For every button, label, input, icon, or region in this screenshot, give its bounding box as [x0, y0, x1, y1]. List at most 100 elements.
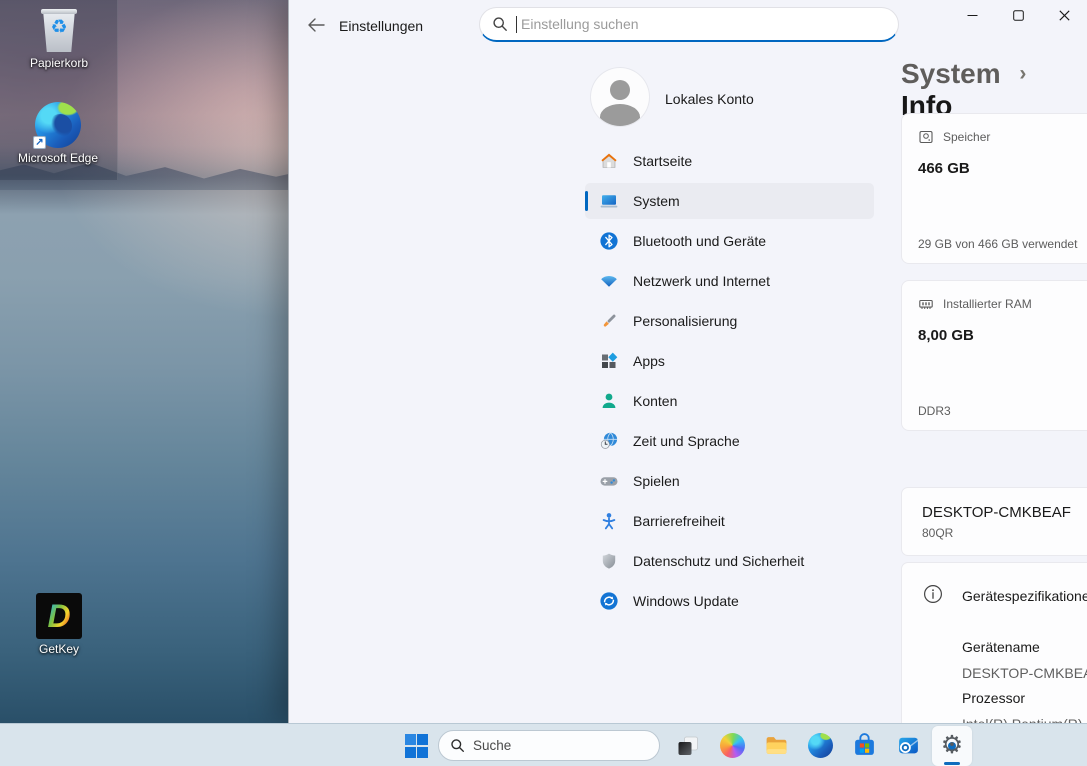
edge-button[interactable] [800, 726, 840, 766]
desktop-icon-label: Papierkorb [29, 56, 89, 70]
sidebar-item-netzwerk[interactable]: Netzwerk und Internet [585, 263, 874, 299]
info-cards: Speicher 466 GB 29 GB von 466 GB verwend… [901, 113, 1087, 431]
close-icon [1058, 10, 1070, 21]
desktop-icon-edge[interactable]: ↗ Microsoft Edge [15, 102, 101, 165]
active-app-indicator [944, 761, 960, 765]
store-button[interactable] [844, 726, 884, 766]
bluetooth-icon [600, 232, 618, 250]
copilot-button[interactable] [712, 726, 752, 766]
sidebar-item-personalisierung[interactable]: Personalisierung [585, 303, 874, 339]
sidebar-item-datenschutz[interactable]: Datenschutz und Sicherheit [585, 543, 874, 579]
card-footer: 29 GB von 466 GB verwendet [918, 237, 1078, 251]
spec-value: DESKTOP-CMKBEAF [962, 664, 1087, 681]
sidebar-item-label: Netzwerk und Internet [633, 273, 770, 289]
minimize-button[interactable] [949, 0, 995, 31]
sidebar-item-label: Zeit und Sprache [633, 433, 740, 449]
settings-search-box[interactable] [479, 7, 899, 42]
shield-icon [602, 553, 616, 569]
account-name: Lokales Konto [665, 91, 754, 107]
file-explorer-button[interactable] [756, 726, 796, 766]
maximize-button[interactable] [995, 0, 1041, 31]
breadcrumb-parent[interactable]: System [901, 58, 1001, 89]
getkey-icon: D [36, 593, 82, 639]
file-explorer-icon [766, 737, 786, 754]
device-specs-card: Gerätespezifikationen Kopieren Gerätenam… [901, 562, 1087, 734]
sidebar-item-konten[interactable]: Konten [585, 383, 874, 419]
apps-icon [602, 352, 618, 368]
window-title: Einstellungen [339, 18, 424, 34]
update-icon [600, 592, 618, 610]
edge-icon [807, 733, 833, 758]
task-view-button[interactable] [668, 726, 708, 766]
system-icon [600, 195, 618, 208]
sidebar-item-label: Startseite [633, 153, 693, 169]
accessibility-icon [602, 513, 616, 530]
spec-label: Prozessor [962, 690, 1026, 706]
outlook-button[interactable] [888, 726, 928, 766]
sidebar-item-spielen[interactable]: Spielen [585, 463, 874, 499]
close-button[interactable] [1041, 0, 1087, 31]
sidebar-item-label: Personalisierung [633, 313, 738, 329]
sidebar-item-startseite[interactable]: Startseite [585, 143, 874, 179]
back-button[interactable] [301, 11, 331, 39]
device-name-card: DESKTOP-CMKBEAF 80QR Diesen PC umbenenne… [901, 487, 1087, 556]
search-icon [493, 17, 507, 31]
desktop-icon-label: Microsoft Edge [17, 151, 99, 165]
sidebar-item-label: Datenschutz und Sicherheit [633, 553, 805, 569]
minimize-icon [967, 15, 977, 16]
spec-label: Gerätename [962, 639, 1040, 655]
storage-icon [919, 130, 933, 144]
sidebar-item-windows-update[interactable]: Windows Update [585, 583, 874, 619]
avatar[interactable] [591, 68, 649, 126]
card-speicher: Speicher 466 GB 29 GB von 466 GB verwend… [901, 113, 1087, 264]
specs-title: Gerätespezifikationen [962, 588, 1087, 604]
desktop-icon-label: GetKey [38, 642, 80, 656]
info-icon [924, 585, 942, 603]
desktop-icon-getkey[interactable]: D GetKey [16, 593, 102, 656]
settings-gear-icon: ⚙ [940, 731, 964, 759]
home-icon [601, 153, 617, 168]
card-value: 466 GB [918, 160, 970, 177]
taskbar: ⚙ [0, 723, 1087, 766]
sidebar-item-label: Bluetooth und Geräte [633, 233, 767, 249]
settings-search-input[interactable] [518, 16, 886, 32]
task-view-icon [678, 736, 698, 755]
taskbar-search-box[interactable] [438, 730, 660, 761]
wifi-icon [601, 275, 617, 287]
sidebar-item-system[interactable]: System [585, 183, 874, 219]
edge-icon: ↗ [33, 102, 81, 149]
gamepad-icon [600, 477, 618, 486]
ram-icon [919, 299, 933, 309]
search-icon [451, 739, 465, 753]
card-label: Installierter RAM [943, 297, 1032, 311]
outlook-icon [898, 737, 918, 754]
shortcut-arrow-icon: ↗ [33, 136, 46, 149]
sidebar-item-label: Spielen [633, 473, 680, 489]
device-id: 80QR [922, 526, 954, 540]
back-arrow-icon [308, 18, 325, 32]
copilot-icon [719, 733, 745, 758]
account-icon [602, 393, 616, 408]
recycle-bin-icon: ♻ [39, 7, 79, 53]
microsoft-store-icon [854, 733, 874, 755]
time-language-icon [600, 432, 618, 449]
sidebar-nav: Startseite System Bluetooth und Geräte N… [585, 143, 874, 623]
taskbar-search-input[interactable] [473, 738, 623, 753]
start-button[interactable] [396, 726, 436, 766]
desktop-icon-recycle-bin[interactable]: ♻ Papierkorb [16, 7, 102, 70]
sidebar-item-barrierefreiheit[interactable]: Barrierefreiheit [585, 503, 874, 539]
card-ram: Installierter RAM 8,00 GB DDR3 [901, 280, 1087, 431]
sidebar-item-zeit-sprache[interactable]: Zeit und Sprache [585, 423, 874, 459]
sidebar-item-label: Konten [633, 393, 678, 409]
window-controls [949, 0, 1087, 31]
settings-button[interactable]: ⚙ [932, 725, 972, 766]
text-caret [516, 15, 517, 33]
selected-accent-bar [585, 191, 588, 211]
settings-window: Einstellungen Einstellung suchen Lokales… [288, 0, 1087, 734]
sidebar-item-bluetooth[interactable]: Bluetooth und Geräte [585, 223, 874, 259]
sidebar-item-label: Apps [633, 353, 665, 369]
sidebar-item-label: System [633, 193, 680, 209]
sidebar-item-apps[interactable]: Apps [585, 343, 874, 379]
windows-logo-icon [404, 734, 428, 758]
titlebar: Einstellungen [289, 0, 1087, 50]
